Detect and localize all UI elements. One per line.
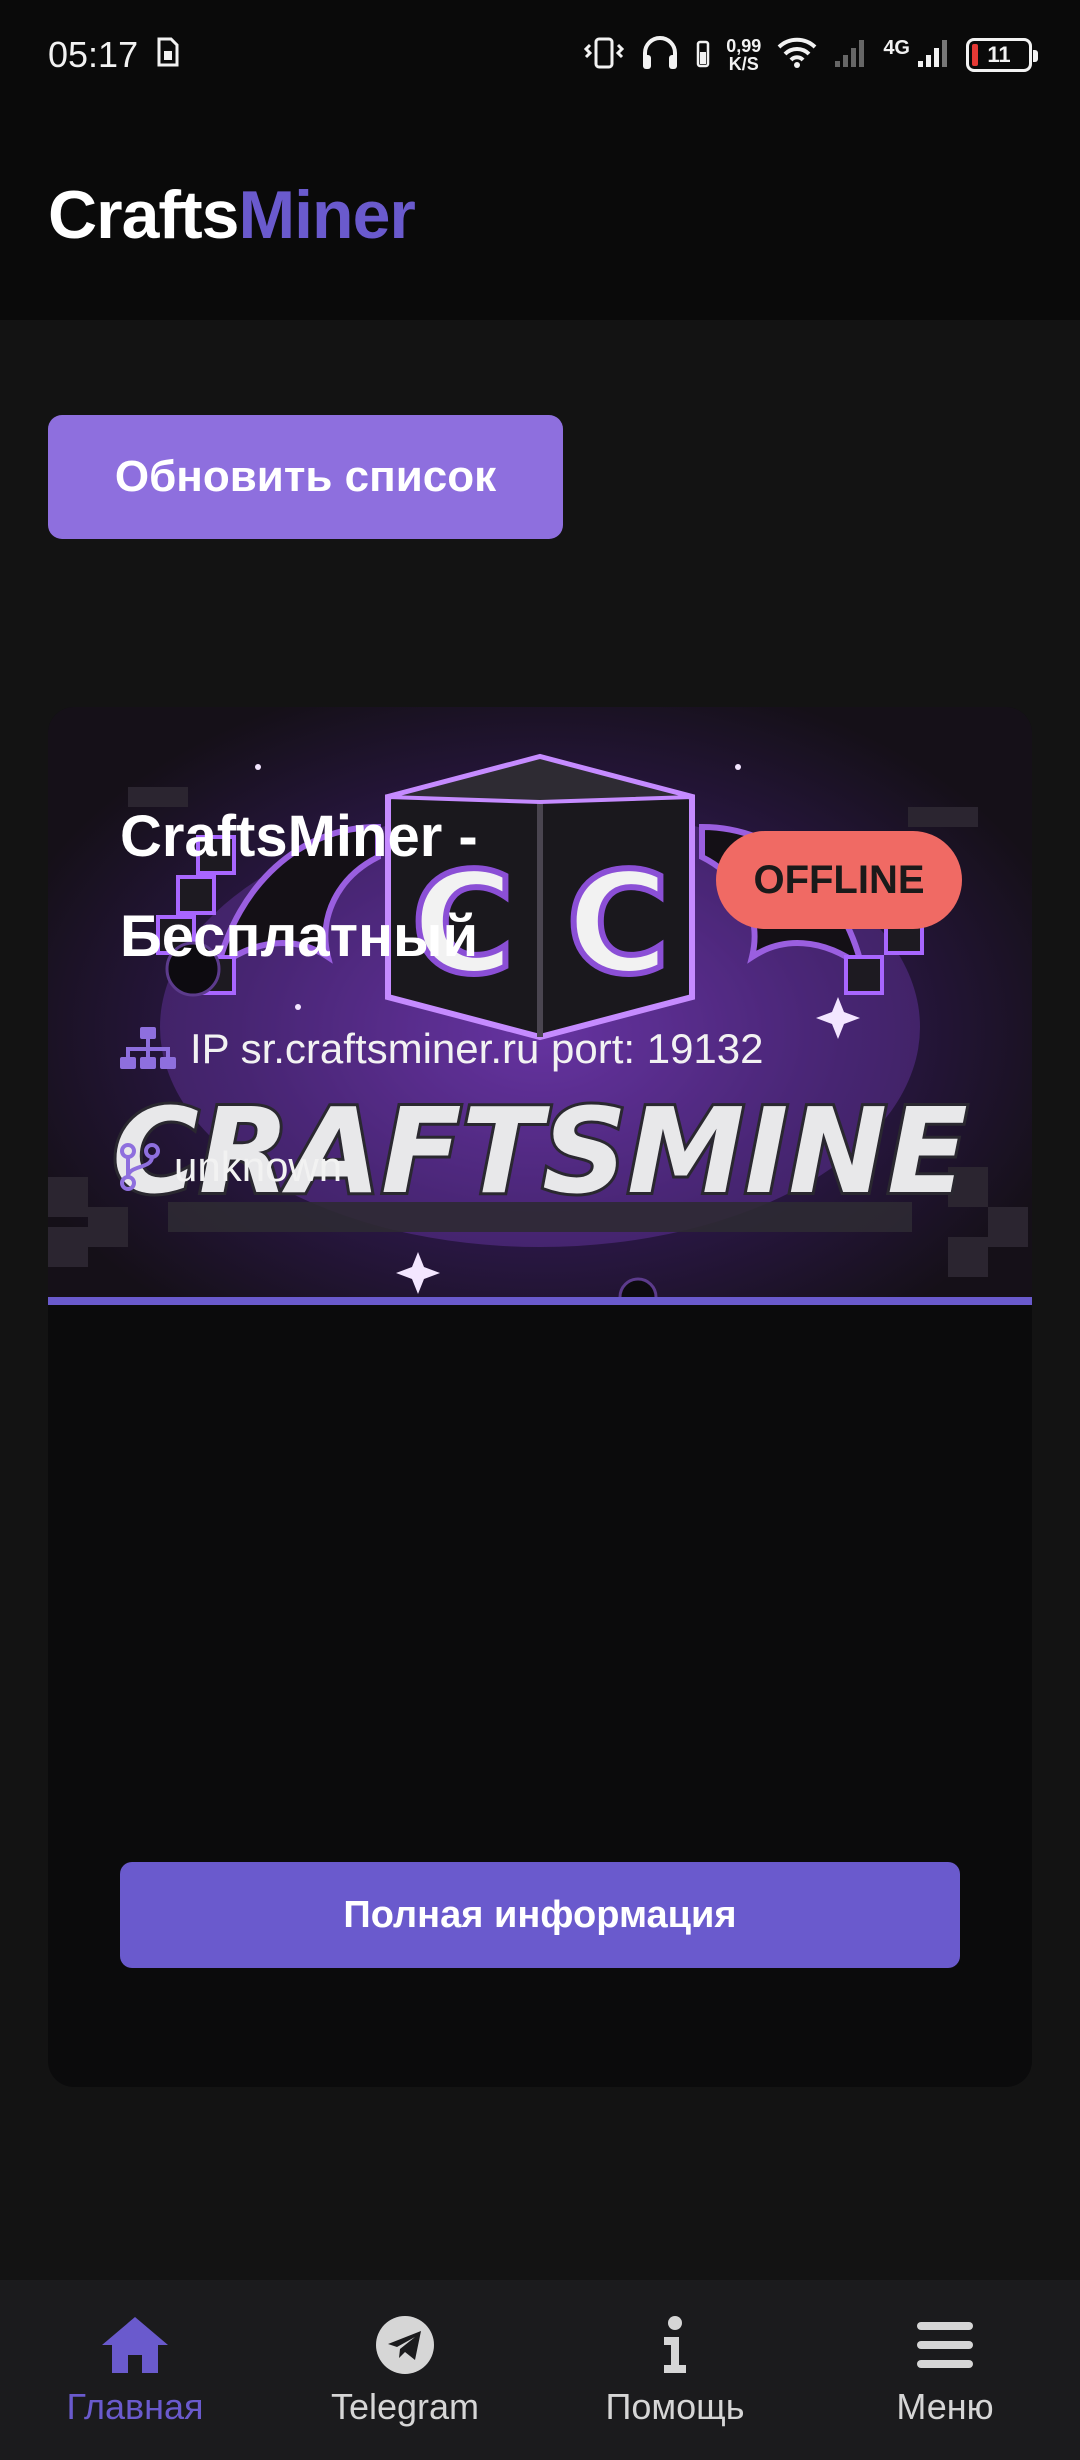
network-icon [120, 1027, 176, 1069]
nav-label-menu: Меню [896, 2386, 994, 2427]
vibrate-icon [584, 35, 625, 76]
info-icon [660, 2310, 690, 2380]
refresh-list-button[interactable]: Обновить список [48, 415, 563, 539]
nav-label-help: Помощь [605, 2386, 745, 2427]
app-logo[interactable]: CraftsMiner [48, 176, 416, 254]
home-icon [100, 2310, 170, 2380]
full-info-button[interactable]: Полная информация [120, 1862, 960, 1968]
server-version-row: unknown [120, 1143, 342, 1191]
server-ip-row: IP sr.craftsminer.ru port: 19132 [120, 1025, 764, 1073]
code-branch-icon [120, 1143, 160, 1191]
server-title-line1: CraftsMiner - [120, 804, 478, 869]
net-speed-unit: K/S [728, 54, 759, 74]
net-speed-value: 0,99 [726, 36, 762, 56]
nav-item-home[interactable]: Главная [0, 2310, 270, 2428]
nav-item-telegram[interactable]: Telegram [270, 2310, 540, 2428]
nav-label-home: Главная [66, 2386, 204, 2427]
battery-fill [972, 44, 978, 66]
menu-icon [917, 2310, 973, 2380]
status-bar: 05:17 0,99 K/S 4G 11 [0, 0, 1080, 110]
server-title: CraftsMiner - Бесплатный [120, 787, 680, 987]
bottom-nav: Главная Telegram Помощь Меню [0, 2280, 1080, 2460]
server-card: C C CRAFTSMINE CraftsMiner - Бесплатный … [48, 707, 1032, 2087]
app-header: CraftsMiner [0, 110, 1080, 320]
status-time: 05:17 [48, 34, 139, 75]
network-type: 4G [883, 36, 910, 59]
server-ip-text: IP sr.craftsminer.ru port: 19132 [190, 1025, 764, 1072]
server-status-badge: OFFLINE [716, 831, 962, 929]
sim-icon [156, 34, 180, 76]
server-version-text: unknown [174, 1143, 343, 1190]
battery-small-icon [696, 38, 710, 73]
server-title-line2: Бесплатный [120, 904, 479, 969]
battery-indicator: 11 [966, 38, 1038, 72]
nav-item-menu[interactable]: Меню [810, 2310, 1080, 2428]
signal-icon [916, 37, 950, 74]
headphones-icon [640, 35, 680, 76]
wifi-icon [777, 37, 817, 74]
nav-item-help[interactable]: Помощь [540, 2310, 810, 2428]
brand-part2: Miner [238, 177, 416, 253]
signal-weak-icon [833, 37, 867, 74]
telegram-icon [375, 2310, 435, 2380]
battery-level: 11 [987, 42, 1011, 67]
brand-part1: Crafts [48, 177, 239, 253]
nav-label-telegram: Telegram [330, 2386, 480, 2427]
net-speed: 0,99 K/S [726, 37, 761, 73]
